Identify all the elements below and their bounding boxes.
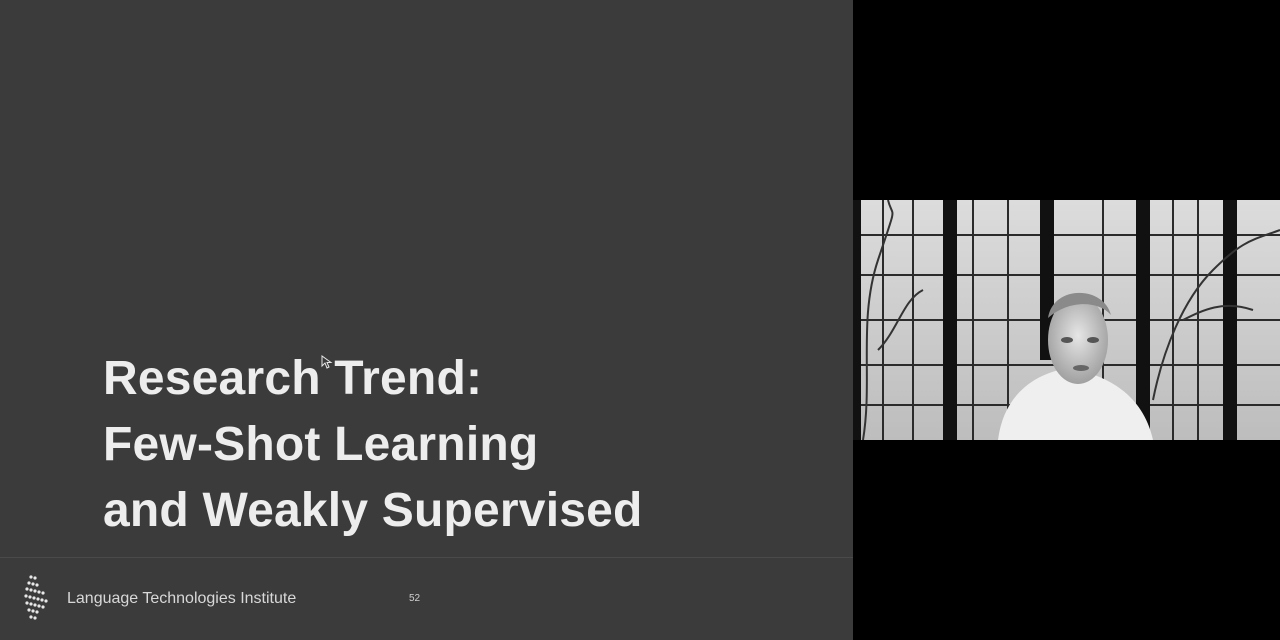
lti-logo-icon	[24, 575, 48, 620]
presentation-slide: Research Trend: Few-Shot Learning and We…	[0, 0, 853, 640]
slide-title-line-1: Research Trend:	[103, 352, 483, 405]
webcam-video-feed	[853, 200, 1280, 440]
footer-institute-name: Language Technologies Institute	[67, 590, 297, 607]
slide-number: 52	[409, 593, 421, 604]
footer-divider	[0, 557, 853, 558]
slide-title-line-3: and Weakly Supervised	[103, 484, 643, 537]
slide-title-line-2: Few-Shot Learning	[103, 418, 539, 471]
presenter-video-icon	[853, 200, 1280, 440]
slide-title: Research Trend: Few-Shot Learning and We…	[103, 346, 643, 544]
